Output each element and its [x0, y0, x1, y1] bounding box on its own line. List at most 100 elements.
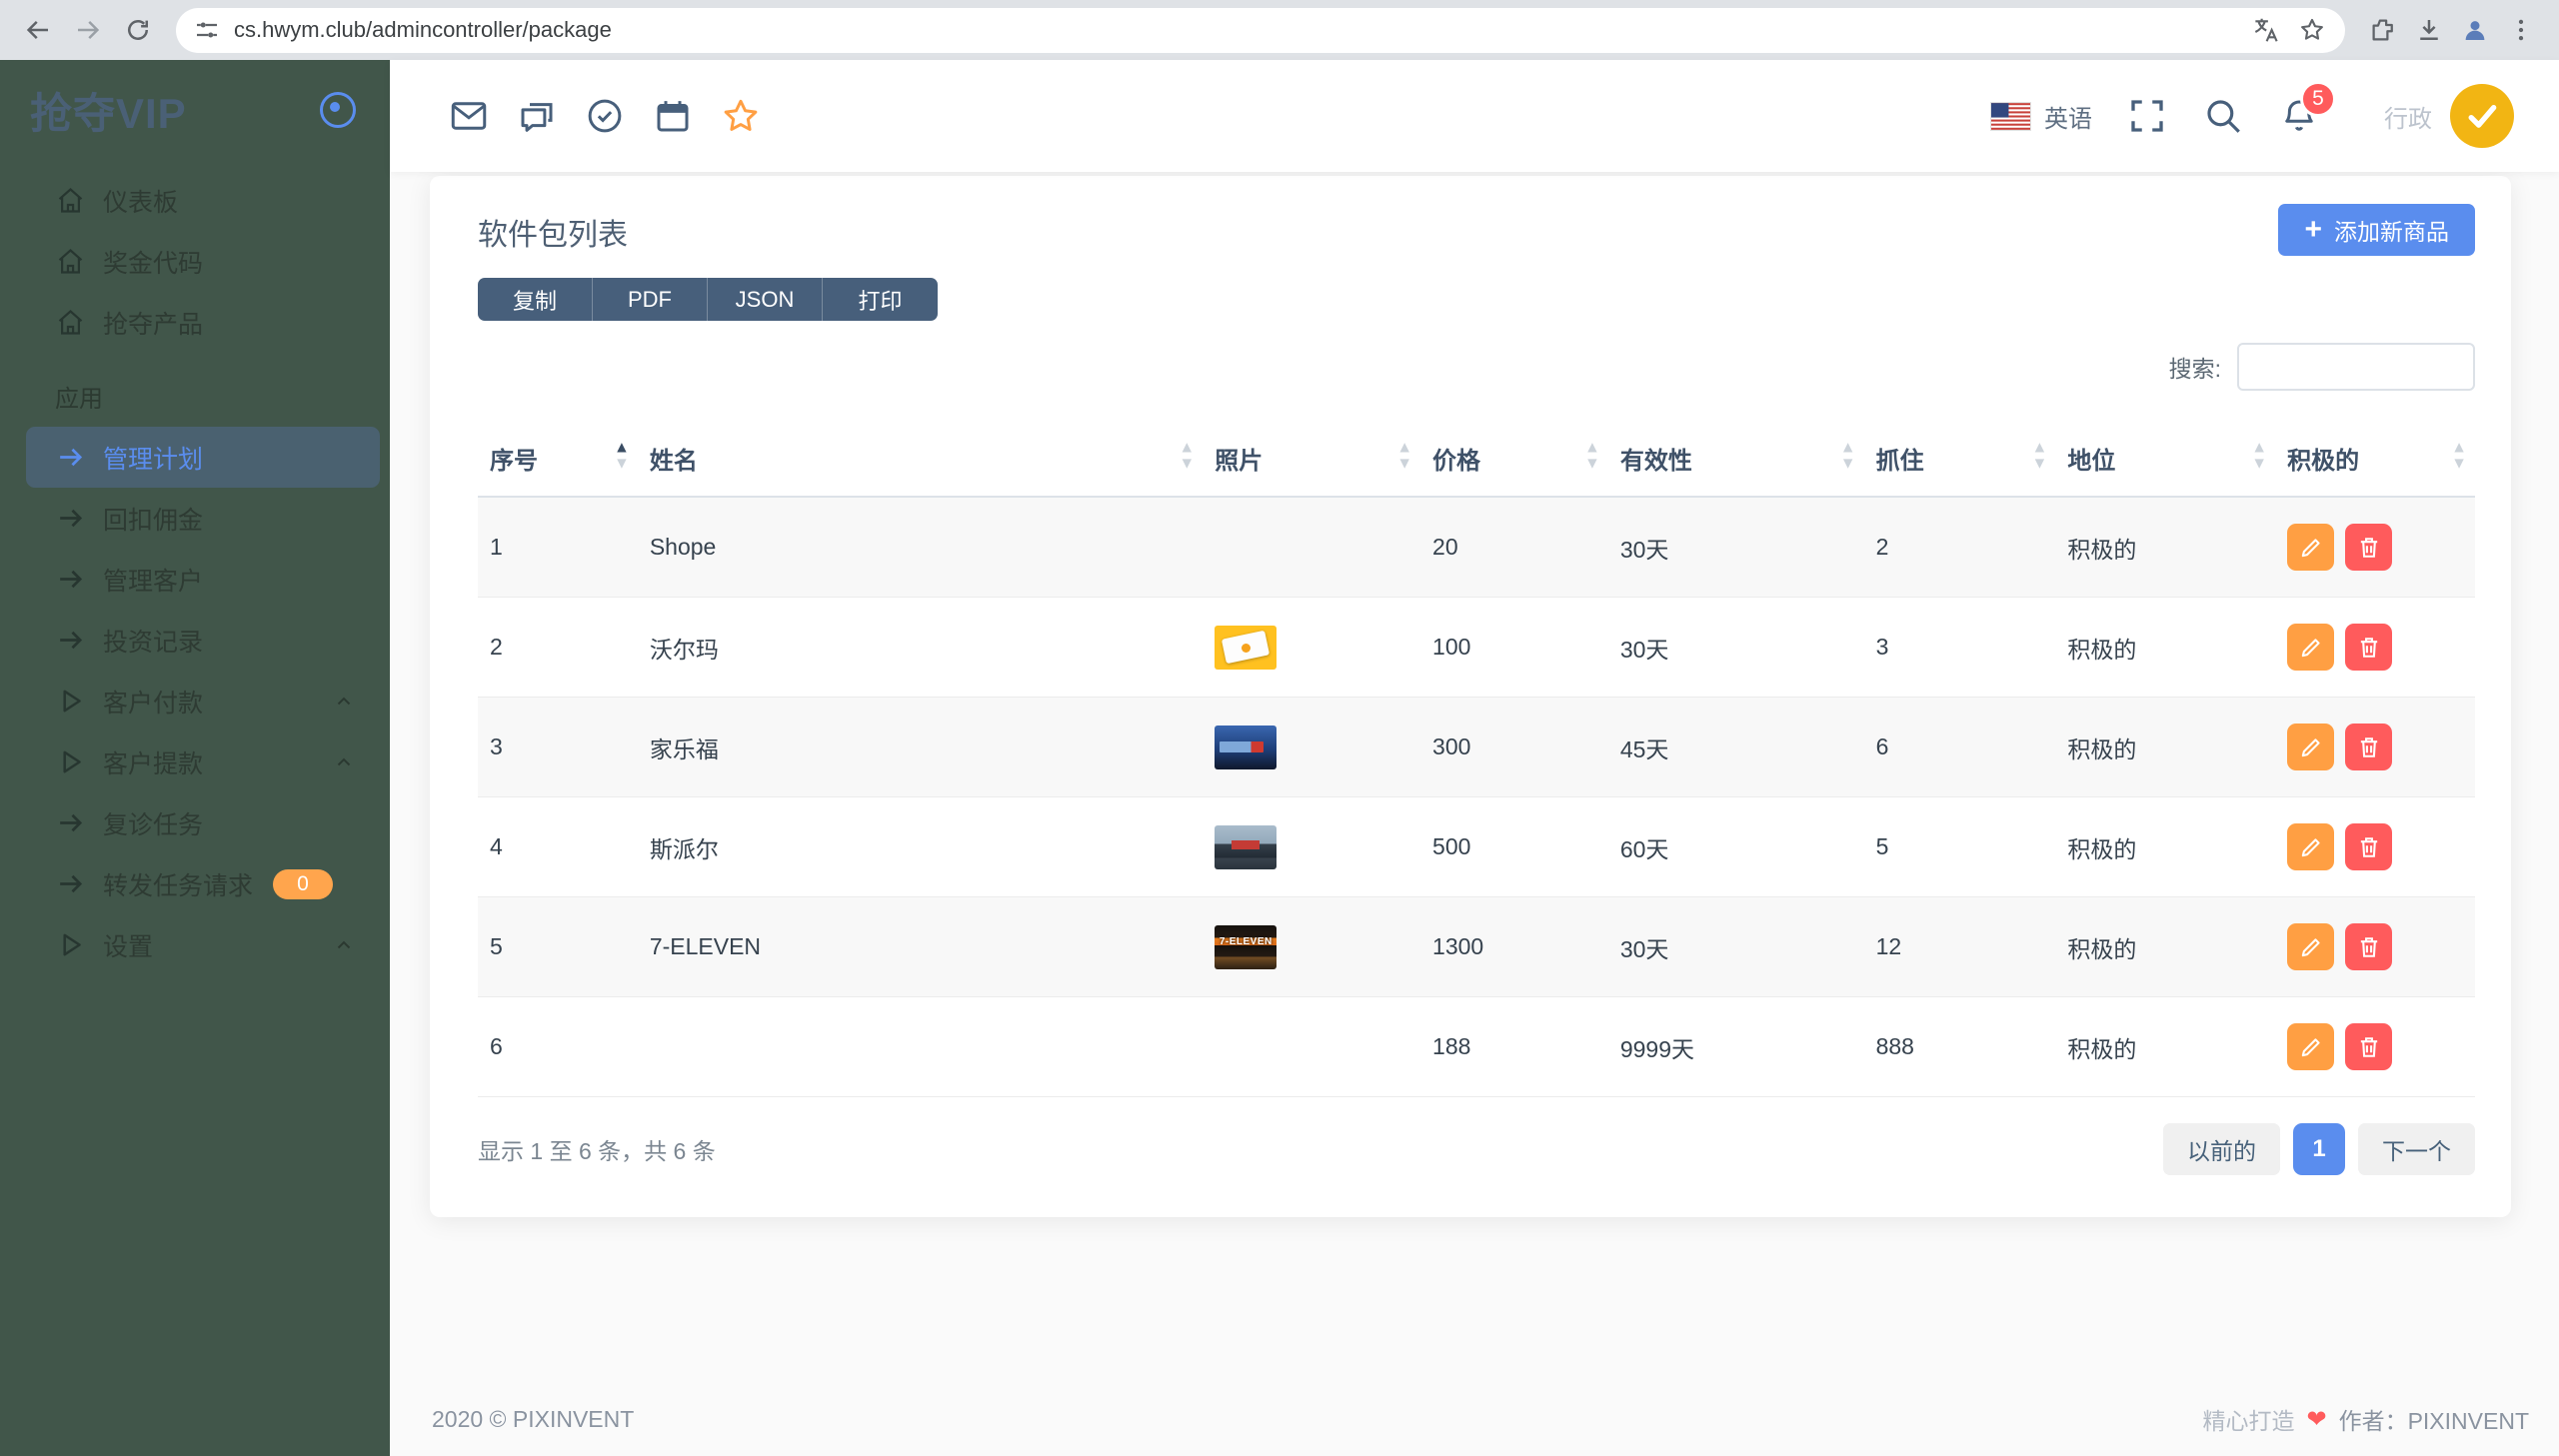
sidebar-item-设置[interactable]: 设置 — [0, 914, 380, 975]
search-input[interactable] — [2237, 343, 2475, 391]
export-button-复制[interactable]: 复制 — [478, 278, 593, 321]
search-icon[interactable] — [2202, 95, 2244, 137]
sidebar-item-奖金代码[interactable]: 奖金代码 — [0, 231, 380, 292]
add-product-button[interactable]: + 添加新商品 — [2278, 204, 2475, 256]
delete-button[interactable] — [2345, 624, 2393, 671]
cell-grab: 5 — [1863, 796, 2056, 897]
extensions-icon[interactable] — [2363, 10, 2403, 50]
mail-icon[interactable] — [448, 95, 490, 137]
column-header-序号[interactable]: 序号 ▲ ▼ — [478, 421, 638, 498]
product-photo — [1215, 625, 1278, 670]
play-icon — [55, 746, 86, 777]
forward-icon[interactable] — [68, 10, 108, 50]
sidebar-item-管理计划[interactable]: 管理计划 — [26, 427, 380, 488]
browser-actions — [2363, 10, 2541, 50]
edit-button[interactable] — [2287, 524, 2335, 571]
star-icon[interactable] — [720, 95, 762, 137]
cell-name: 家乐福 — [637, 697, 1204, 797]
back-icon[interactable] — [18, 10, 58, 50]
column-header-姓名[interactable]: 姓名 ▲ ▼ — [637, 421, 1204, 498]
column-header-积极的[interactable]: 积极的 ▲ ▼ — [2275, 421, 2475, 498]
address-bar[interactable]: cs.hwym.club/admincontroller/package — [176, 7, 2345, 53]
cell-actions — [2275, 697, 2475, 797]
cell-price: 100 — [1420, 597, 1608, 698]
sidebar-item-回扣佣金[interactable]: 回扣佣金 — [0, 488, 380, 549]
browser-toolbar: cs.hwym.club/admincontroller/package — [0, 0, 2559, 60]
cell-grab: 2 — [1863, 497, 2056, 598]
table-header-row: 序号 ▲ ▼ 姓名 ▲ ▼ 照片 ▲ ▼ 价格 ▲ ▼ 有效性 ▲ ▼ 抓住 ▲ ▼ 地位 ▲ ▼ 积极的 ▲ ▼ — [478, 421, 2475, 498]
chat-icon[interactable] — [516, 95, 558, 137]
cell-status: 积极的 — [2055, 796, 2276, 897]
language-selector[interactable]: 英语 — [1991, 99, 2092, 134]
product-photo — [1215, 824, 1278, 869]
sidebar-item-管理客户[interactable]: 管理客户 — [0, 549, 380, 610]
refresh-icon[interactable] — [118, 10, 158, 50]
column-header-有效性[interactable]: 有效性 ▲ ▼ — [1607, 421, 1864, 498]
edit-button[interactable] — [2287, 724, 2335, 770]
export-button-打印[interactable]: 打印 — [823, 278, 938, 321]
delete-button[interactable] — [2345, 724, 2393, 770]
edit-button[interactable] — [2287, 1023, 2335, 1070]
menu-dots-icon[interactable] — [2501, 10, 2541, 50]
previous-page-button[interactable]: 以前的 — [2163, 1123, 2280, 1175]
column-header-照片[interactable]: 照片 ▲ ▼ — [1203, 421, 1421, 498]
sidebar-item-仪表板[interactable]: 仪表板 — [0, 170, 380, 231]
next-page-button[interactable]: 下一个 — [2358, 1123, 2475, 1175]
arrow-icon — [55, 442, 86, 473]
user-menu[interactable]: 行政 — [2384, 84, 2514, 148]
sidebar-toggle-icon[interactable] — [320, 92, 356, 128]
arrow-icon — [55, 503, 86, 534]
page-number-button[interactable]: 1 — [2293, 1123, 2345, 1175]
main-area: 英语 5 行政 软件包列表 + 添加新商品 复制 PDF JSON 打印 搜索:… — [390, 60, 2559, 1456]
calendar-icon[interactable] — [652, 95, 694, 137]
arrow-icon — [55, 807, 86, 838]
cell-status: 积极的 — [2055, 697, 2276, 797]
play-icon — [55, 929, 86, 960]
sidebar-item-转发任务请求[interactable]: 转发任务请求 0 — [0, 853, 380, 914]
edit-button[interactable] — [2287, 624, 2335, 671]
column-header-价格[interactable]: 价格 ▲ ▼ — [1420, 421, 1608, 498]
chevron-up-icon — [332, 933, 356, 957]
sidebar-item-抢夺产品[interactable]: 抢夺产品 — [0, 292, 380, 353]
delete-button[interactable] — [2345, 823, 2393, 870]
edit-button[interactable] — [2287, 923, 2335, 970]
profile-icon[interactable] — [2455, 10, 2495, 50]
check-circle-icon[interactable] — [584, 95, 626, 137]
cell-number: 2 — [478, 597, 638, 698]
sidebar-item-投资记录[interactable]: 投资记录 — [0, 610, 380, 671]
download-icon[interactable] — [2409, 10, 2449, 50]
notifications-bell-icon[interactable]: 5 — [2278, 81, 2336, 137]
site-settings-icon[interactable] — [192, 15, 222, 45]
footer-credit: 精心打造 ❤ 作者：PIXINVENT — [2202, 1405, 2529, 1435]
export-button-json[interactable]: JSON — [708, 278, 823, 321]
table-row: 3 家乐福 300 45天 6 积极的 — [478, 697, 2475, 797]
delete-button[interactable] — [2345, 1023, 2393, 1070]
cell-photo — [1203, 597, 1421, 698]
translate-icon[interactable] — [2249, 13, 2283, 47]
bookmark-star-icon[interactable] — [2295, 13, 2329, 47]
cell-actions — [2275, 896, 2475, 997]
cell-validity: 30天 — [1607, 597, 1864, 698]
arrow-icon — [55, 625, 86, 656]
sort-arrows-icon: ▲ ▼ — [2031, 438, 2048, 472]
sort-arrows-icon: ▲ ▼ — [1584, 438, 1600, 472]
column-header-抓住[interactable]: 抓住 ▲ ▼ — [1863, 421, 2056, 498]
fullscreen-icon[interactable] — [2126, 95, 2168, 137]
sidebar-item-label: 客户提款 — [103, 749, 204, 778]
sort-arrows-icon: ▲ ▼ — [1839, 438, 1856, 472]
sidebar-item-客户付款[interactable]: 客户付款 — [0, 671, 380, 731]
delete-button[interactable] — [2345, 524, 2393, 571]
delete-button[interactable] — [2345, 923, 2393, 970]
cell-actions — [2275, 497, 2475, 598]
column-header-地位[interactable]: 地位 ▲ ▼ — [2055, 421, 2276, 498]
cell-validity: 30天 — [1607, 896, 1864, 997]
cell-name: 沃尔玛 — [637, 597, 1204, 698]
edit-button[interactable] — [2287, 823, 2335, 870]
url-text[interactable]: cs.hwym.club/admincontroller/package — [234, 17, 2237, 43]
arrow-icon — [55, 868, 86, 899]
entries-info: 显示 1 至 6 条，共 6 条 — [478, 1138, 716, 1164]
export-button-pdf[interactable]: PDF — [593, 278, 708, 321]
sidebar-item-复诊任务[interactable]: 复诊任务 — [0, 792, 380, 853]
header-actions: 英语 5 行政 — [1991, 81, 2514, 148]
sidebar-item-客户提款[interactable]: 客户提款 — [0, 731, 380, 792]
